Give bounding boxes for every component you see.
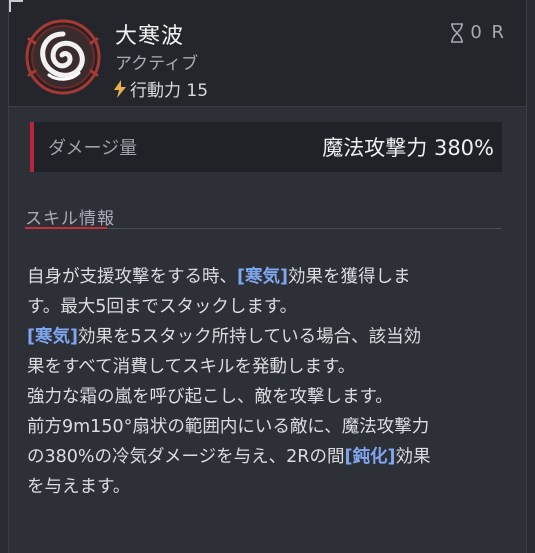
section-divider-accent xyxy=(25,227,107,229)
description-line: の380%の冷気ダメージを与え、2Rの間[鈍化]効果 xyxy=(27,442,511,472)
lightning-icon xyxy=(114,79,126,98)
section-title: スキル情報 xyxy=(25,209,115,229)
action-point-text: 行動力 15 xyxy=(130,81,209,101)
keyword-chill[interactable]: [寒気] xyxy=(237,267,288,287)
skill-tooltip-panel: 大寒波 アクティブ 行動力 15 0 R ダメージ量 魔法攻撃力 380% スキ… xyxy=(8,0,527,553)
skill-name: 大寒波 xyxy=(115,24,185,49)
damage-label: ダメージ量 xyxy=(48,138,138,159)
description-text: 効果を獲得しま xyxy=(288,267,411,287)
skill-type: アクティブ xyxy=(115,54,199,74)
description-text: 自身が支援攻撃をする時、 xyxy=(27,267,237,287)
keyword-slow[interactable]: [鈍化] xyxy=(344,447,395,467)
description-line: 前方9m150°扇状の範囲内にいる敵に、魔法攻撃力 xyxy=(27,417,430,437)
corner-bracket-icon xyxy=(9,0,23,12)
description-text: 効果 xyxy=(395,447,431,467)
description-text: 効果を5スタック所持している場合、該当効 xyxy=(78,327,422,347)
action-point-cost: 行動力 15 xyxy=(113,76,208,101)
damage-value: 魔法攻撃力 380% xyxy=(322,136,494,160)
description-line: す。最大5回までスタックします。 xyxy=(27,297,298,317)
skill-description: 自身が支援攻撃をする時、[寒気]効果を獲得しま す。最大5回までスタックします。… xyxy=(27,262,511,502)
keyword-chill[interactable]: [寒気] xyxy=(27,327,78,347)
description-text: の380%の冷気ダメージを与え、2Rの間 xyxy=(27,447,345,467)
cooldown-text: 0 R xyxy=(470,22,506,43)
swirl-icon xyxy=(25,19,101,95)
cooldown-indicator: 0 R xyxy=(450,22,506,43)
skill-header: 大寒波 アクティブ 行動力 15 0 R xyxy=(9,0,526,107)
damage-box: ダメージ量 魔法攻撃力 380% xyxy=(30,122,502,172)
description-line: 自身が支援攻撃をする時、[寒気]効果を獲得しま xyxy=(27,262,511,292)
hourglass-icon xyxy=(451,22,464,43)
description-line: 果をすべて消費してスキルを発動します。 xyxy=(27,357,356,377)
description-line: 強力な霜の嵐を呼び起こし、敵を攻撃します。 xyxy=(27,387,393,407)
description-line: [寒気]効果を5スタック所持している場合、該当効 xyxy=(27,322,511,352)
description-line: を与えます。 xyxy=(27,477,131,497)
